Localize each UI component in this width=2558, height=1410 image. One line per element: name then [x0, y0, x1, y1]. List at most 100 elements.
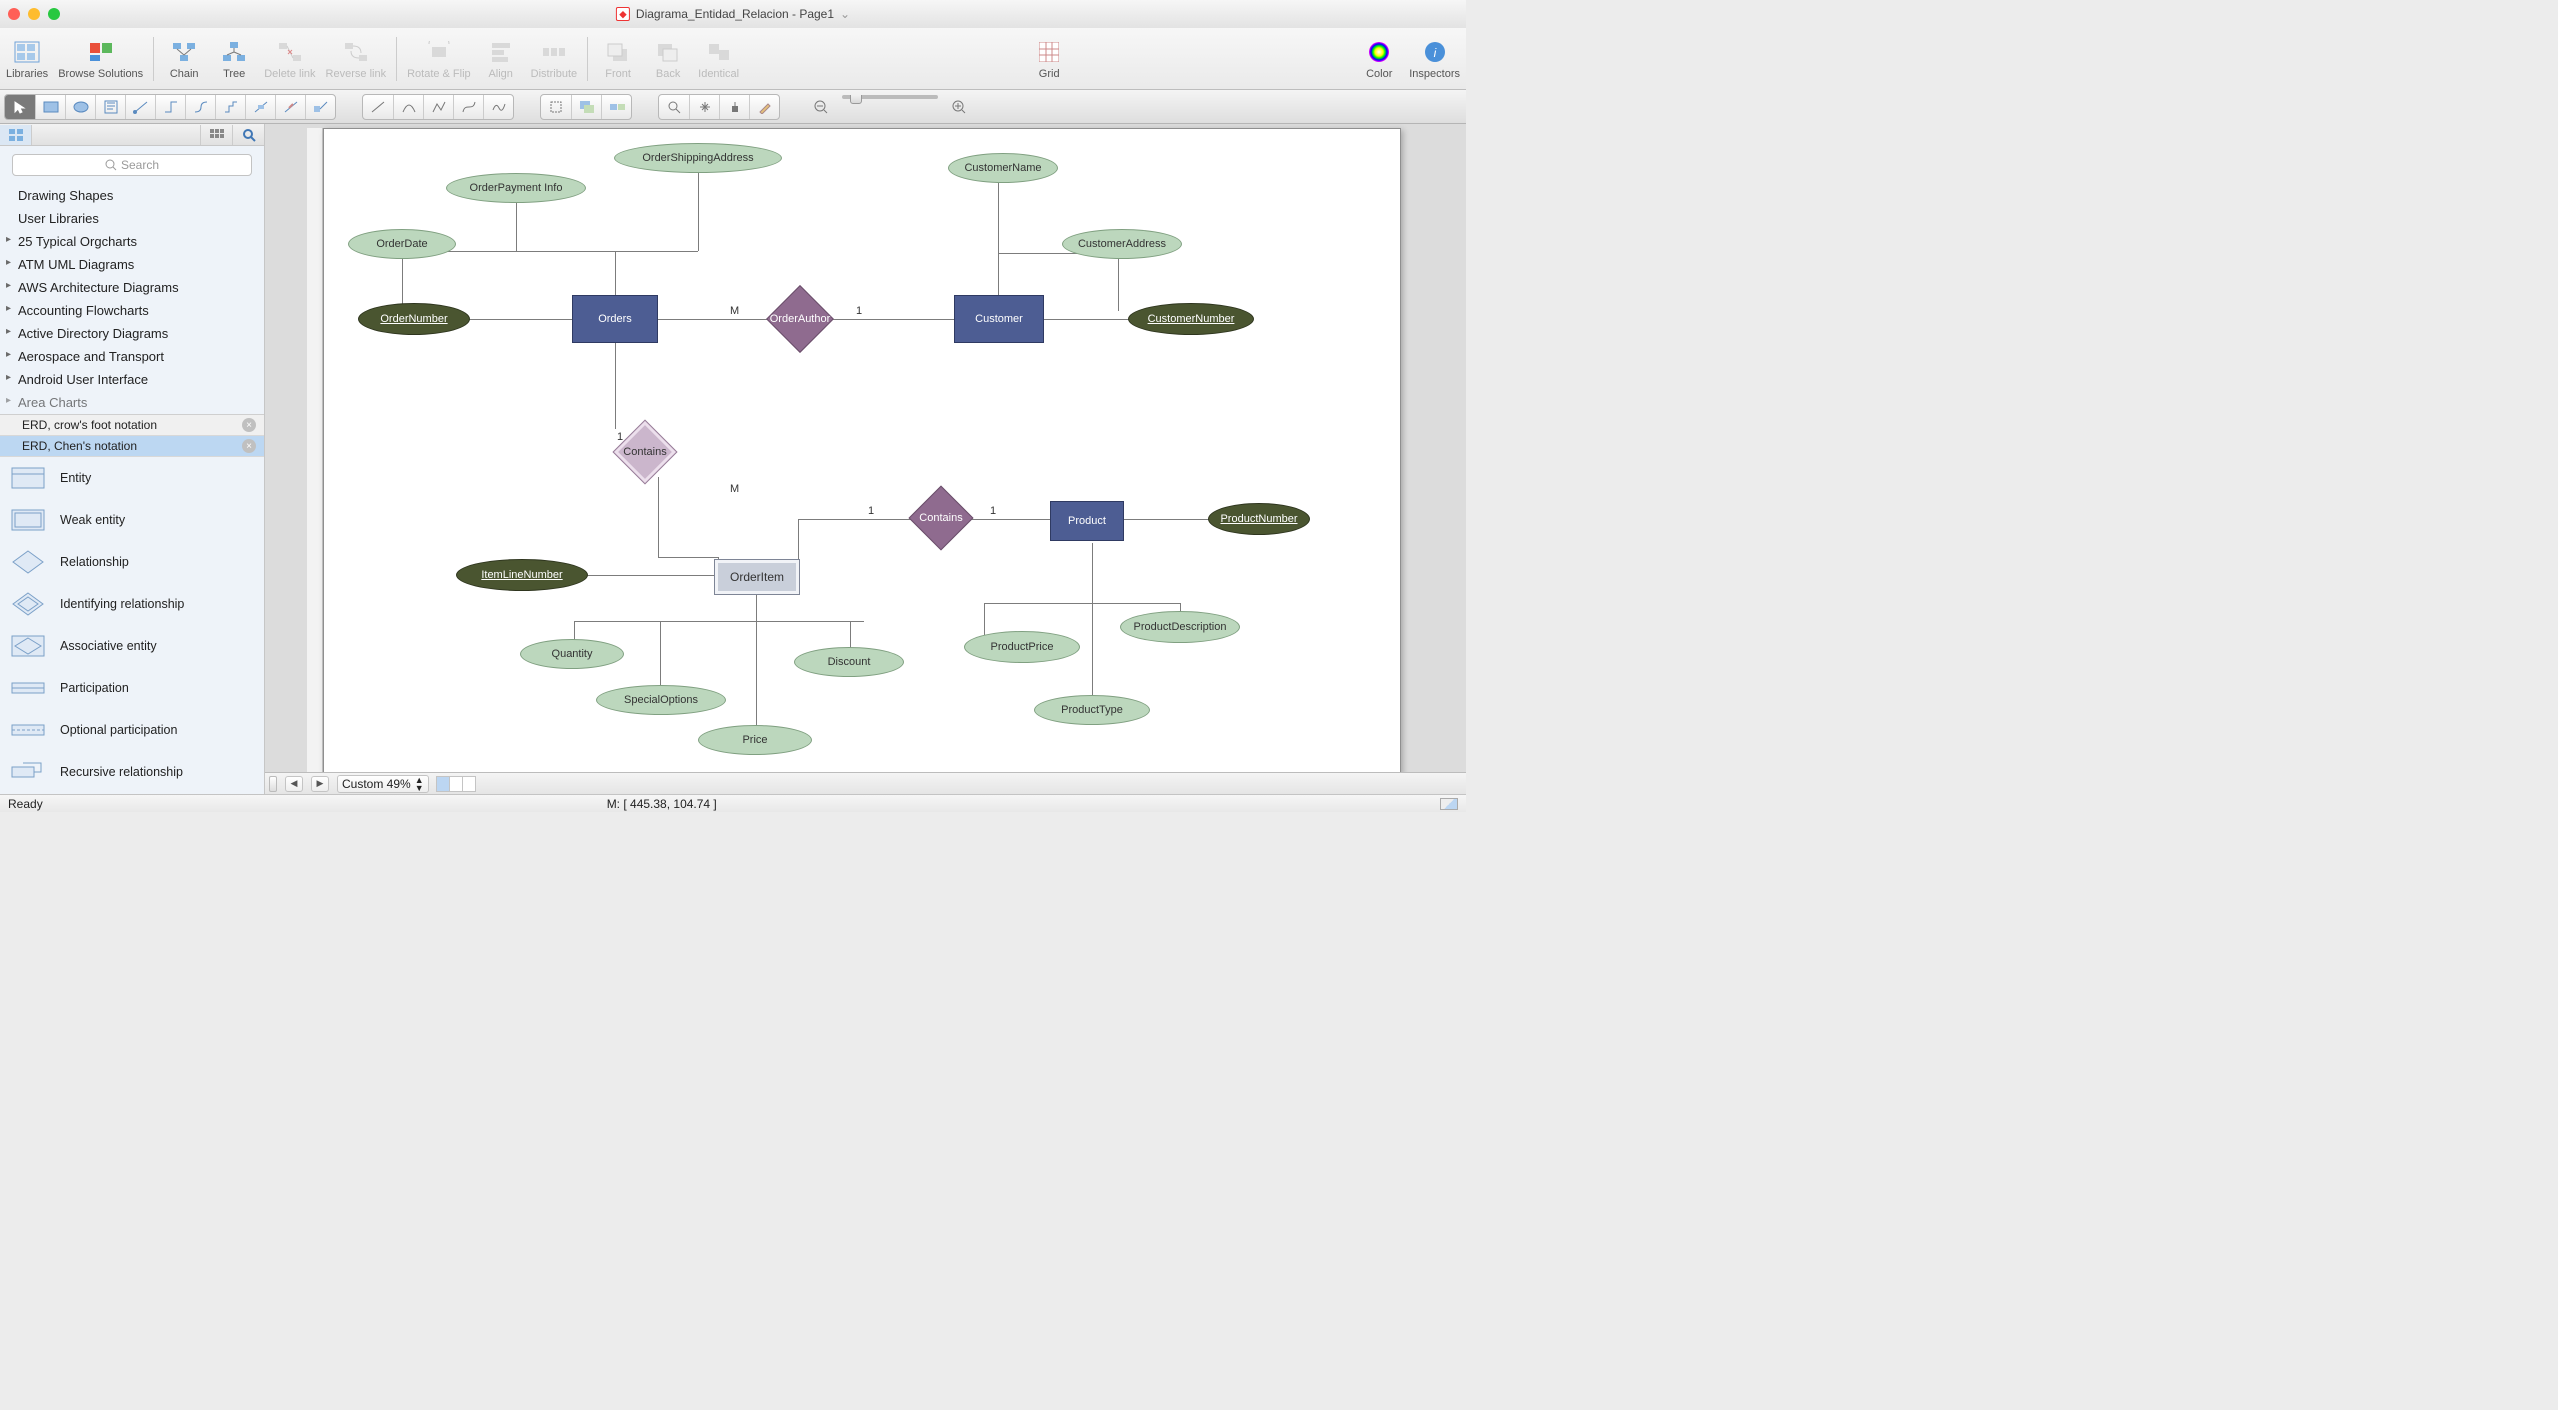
- keyattr-customernumber[interactable]: CustomerNumber: [1128, 303, 1254, 335]
- sidebar-view-search[interactable]: [232, 125, 264, 145]
- splitter-handle[interactable]: [269, 776, 277, 792]
- spline-tool[interactable]: [453, 95, 483, 119]
- group-tool[interactable]: [571, 95, 601, 119]
- relationship-contains-1[interactable]: Contains: [612, 419, 677, 484]
- page-tab-3[interactable]: [462, 776, 476, 792]
- connector-7-tool[interactable]: [305, 95, 335, 119]
- connector-5-tool[interactable]: [245, 95, 275, 119]
- minimize-window-button[interactable]: [28, 8, 40, 20]
- close-icon[interactable]: ×: [242, 418, 256, 432]
- shape-associative-entity[interactable]: Associative entity: [0, 625, 264, 667]
- shape-attribute[interactable]: Attribute: [0, 793, 264, 794]
- shape-entity[interactable]: Entity: [0, 457, 264, 499]
- page-tab-1[interactable]: [436, 776, 450, 792]
- sidebar-mode-shapes[interactable]: [0, 125, 32, 145]
- entity-product[interactable]: Product: [1050, 501, 1124, 541]
- browse-solutions-button[interactable]: Browse Solutions: [58, 38, 143, 80]
- page-tab-2[interactable]: [449, 776, 463, 792]
- ellipse-tool[interactable]: [65, 95, 95, 119]
- attr-customername[interactable]: CustomerName: [948, 153, 1058, 183]
- back-icon: [653, 38, 683, 66]
- crop-tool[interactable]: [541, 95, 571, 119]
- zoom-window-button[interactable]: [48, 8, 60, 20]
- connector-3-tool[interactable]: [185, 95, 215, 119]
- tree-item[interactable]: Aerospace and Transport: [0, 345, 264, 368]
- pencil-tool[interactable]: [749, 95, 779, 119]
- tree-item[interactable]: Active Directory Diagrams: [0, 322, 264, 345]
- attr-ordershipping[interactable]: OrderShippingAddress: [614, 143, 782, 173]
- chain-button[interactable]: Chain: [164, 38, 204, 80]
- grid-button[interactable]: Grid: [1029, 38, 1069, 80]
- connector-4-tool[interactable]: [215, 95, 245, 119]
- weak-entity-orderitem[interactable]: OrderItem: [714, 559, 800, 595]
- connector-6-tool[interactable]: [275, 95, 305, 119]
- relationship-contains-2[interactable]: Contains: [908, 485, 973, 550]
- line-tool[interactable]: [363, 95, 393, 119]
- canvas-area[interactable]: Orders Customer Product OrderItem OrderA…: [265, 124, 1466, 794]
- prev-page-button[interactable]: ◀: [285, 776, 303, 792]
- ungroup-tool[interactable]: [601, 95, 631, 119]
- keyattr-itemlinenumber[interactable]: ItemLineNumber: [456, 559, 588, 591]
- chevron-down-icon[interactable]: ⌄: [840, 7, 850, 21]
- zoom-slider-knob[interactable]: [850, 95, 862, 104]
- tree-item[interactable]: Area Charts: [0, 391, 264, 414]
- library-tab-crow[interactable]: ERD, crow's foot notation ×: [0, 415, 264, 436]
- attr-producttype[interactable]: ProductType: [1034, 695, 1150, 725]
- library-tab-chen[interactable]: ERD, Chen's notation ×: [0, 436, 264, 457]
- relationship-orderauthor[interactable]: OrderAuthor: [766, 285, 834, 353]
- attr-orderpayment[interactable]: OrderPayment Info: [446, 173, 586, 203]
- drawing-canvas[interactable]: Orders Customer Product OrderItem OrderA…: [323, 128, 1401, 774]
- connector-2-tool[interactable]: [155, 95, 185, 119]
- close-icon[interactable]: ×: [242, 439, 256, 453]
- connector-1-tool[interactable]: [125, 95, 155, 119]
- zoom-out-button[interactable]: [806, 95, 836, 119]
- color-button[interactable]: Color: [1359, 38, 1399, 80]
- attr-discount[interactable]: Discount: [794, 647, 904, 677]
- zoom-tool[interactable]: [659, 95, 689, 119]
- attr-customeraddress[interactable]: CustomerAddress: [1062, 229, 1182, 259]
- zoom-select[interactable]: Custom 49% ▲▼: [337, 775, 429, 793]
- tree-item[interactable]: Android User Interface: [0, 368, 264, 391]
- zoom-in-button[interactable]: [944, 95, 974, 119]
- sidebar-view-grid[interactable]: [200, 125, 232, 145]
- shape-weak-entity[interactable]: Weak entity: [0, 499, 264, 541]
- tree-item[interactable]: User Libraries: [0, 207, 264, 230]
- rect-tool[interactable]: [35, 95, 65, 119]
- zoom-slider[interactable]: [842, 95, 938, 99]
- text-tool[interactable]: [95, 95, 125, 119]
- shape-optional-participation[interactable]: Optional participation: [0, 709, 264, 751]
- shape-identifying-relationship[interactable]: Identifying relationship: [0, 583, 264, 625]
- entity-orders[interactable]: Orders: [572, 295, 658, 343]
- keyattr-productnumber[interactable]: ProductNumber: [1208, 503, 1310, 535]
- keyattr-ordernumber[interactable]: OrderNumber: [358, 303, 470, 335]
- attr-orderdate[interactable]: OrderDate: [348, 229, 456, 259]
- tree-item[interactable]: ATM UML Diagrams: [0, 253, 264, 276]
- attr-productprice[interactable]: ProductPrice: [964, 631, 1080, 663]
- inspectors-button[interactable]: i Inspectors: [1409, 38, 1460, 80]
- libraries-button[interactable]: Libraries: [6, 38, 48, 80]
- pointer-tool[interactable]: [5, 95, 35, 119]
- tree-item[interactable]: Drawing Shapes: [0, 184, 264, 207]
- attr-price[interactable]: Price: [698, 725, 812, 755]
- entity-customer[interactable]: Customer: [954, 295, 1044, 343]
- tree-item[interactable]: Accounting Flowcharts: [0, 299, 264, 322]
- sidebar-top-input[interactable]: [32, 127, 200, 143]
- shape-relationship[interactable]: Relationship: [0, 541, 264, 583]
- curve-tool[interactable]: [393, 95, 423, 119]
- tree-item[interactable]: 25 Typical Orgcharts: [0, 230, 264, 253]
- polyline-tool[interactable]: [423, 95, 453, 119]
- resize-grip-icon[interactable]: [1440, 798, 1458, 810]
- shape-participation[interactable]: Participation: [0, 667, 264, 709]
- pan-tool[interactable]: [689, 95, 719, 119]
- shape-recursive-relationship[interactable]: Recursive relationship: [0, 751, 264, 793]
- attr-specialoptions[interactable]: SpecialOptions: [596, 685, 726, 715]
- tree-button[interactable]: Tree: [214, 38, 254, 80]
- eyedropper-tool[interactable]: [719, 95, 749, 119]
- attr-productdescription[interactable]: ProductDescription: [1120, 611, 1240, 643]
- tree-item[interactable]: AWS Architecture Diagrams: [0, 276, 264, 299]
- attr-quantity[interactable]: Quantity: [520, 639, 624, 669]
- sidebar-search-input[interactable]: Search: [12, 154, 252, 176]
- freehand-tool[interactable]: [483, 95, 513, 119]
- next-page-button[interactable]: ▶: [311, 776, 329, 792]
- close-window-button[interactable]: [8, 8, 20, 20]
